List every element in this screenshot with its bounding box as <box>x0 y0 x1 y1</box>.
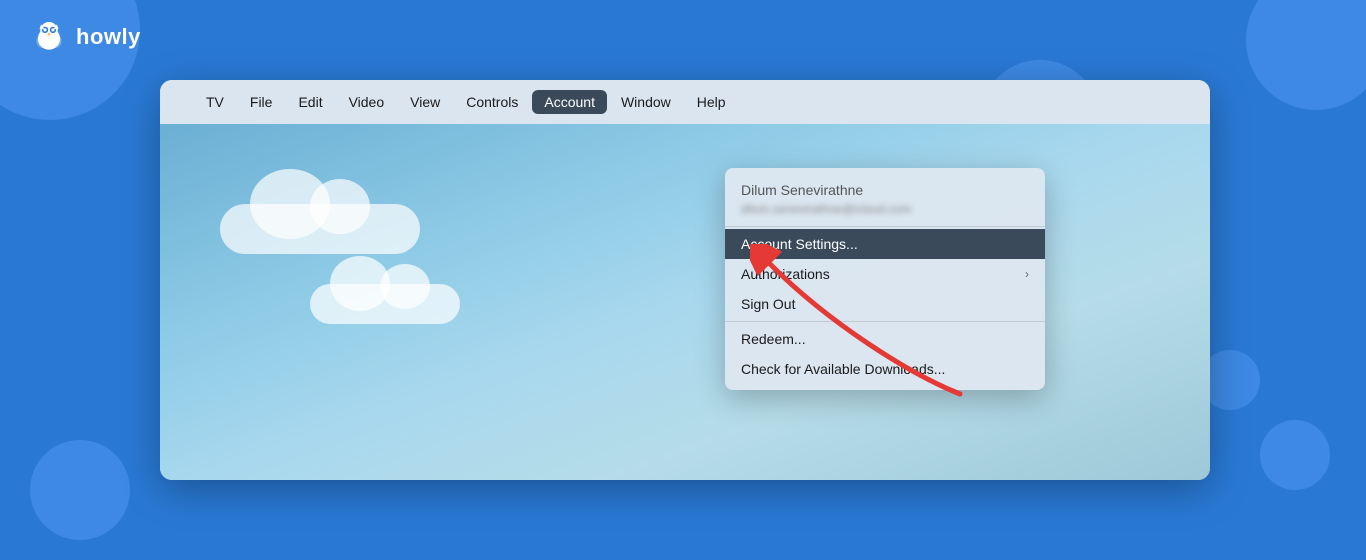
menu-item-view[interactable]: View <box>398 90 452 114</box>
account-settings-item[interactable]: Account Settings... <box>725 229 1045 259</box>
sign-out-item[interactable]: Sign Out <box>725 289 1045 319</box>
user-name: Dilum Senevirathne <box>725 174 1045 200</box>
menu-item-file[interactable]: File <box>238 90 285 114</box>
menu-bar: TV File Edit Video View Controls Account… <box>160 80 1210 124</box>
authorizations-item[interactable]: Authorizations › <box>725 259 1045 289</box>
cloud-1 <box>220 204 420 254</box>
howly-logo: howly <box>30 18 141 56</box>
user-email: dilum.senevirathne@icloud.com <box>725 200 1045 224</box>
divider-1 <box>725 226 1045 227</box>
mac-window: TV File Edit Video View Controls Account… <box>160 80 1210 480</box>
redeem-item[interactable]: Redeem... <box>725 324 1045 354</box>
menu-item-help[interactable]: Help <box>685 90 738 114</box>
chevron-right-icon: › <box>1025 267 1029 281</box>
account-dropdown: Dilum Senevirathne dilum.senevirathne@ic… <box>725 168 1045 390</box>
menu-item-edit[interactable]: Edit <box>286 90 334 114</box>
window-content: Dilum Senevirathne dilum.senevirathne@ic… <box>160 124 1210 480</box>
bg-decoration-7 <box>1246 0 1366 110</box>
menu-item-tv[interactable]: TV <box>194 90 236 114</box>
bg-decoration-5 <box>30 440 130 540</box>
menu-item-apple[interactable] <box>172 98 192 106</box>
menu-item-video[interactable]: Video <box>337 90 397 114</box>
cloud-2 <box>310 284 460 324</box>
check-downloads-item[interactable]: Check for Available Downloads... <box>725 354 1045 384</box>
menu-item-account[interactable]: Account <box>532 90 607 114</box>
menu-item-controls[interactable]: Controls <box>454 90 530 114</box>
howly-owl-icon <box>30 18 68 56</box>
bg-decoration-4 <box>1260 420 1330 490</box>
menu-item-window[interactable]: Window <box>609 90 683 114</box>
brand-name: howly <box>76 24 141 50</box>
divider-2 <box>725 321 1045 322</box>
authorizations-label: Authorizations <box>741 266 830 282</box>
